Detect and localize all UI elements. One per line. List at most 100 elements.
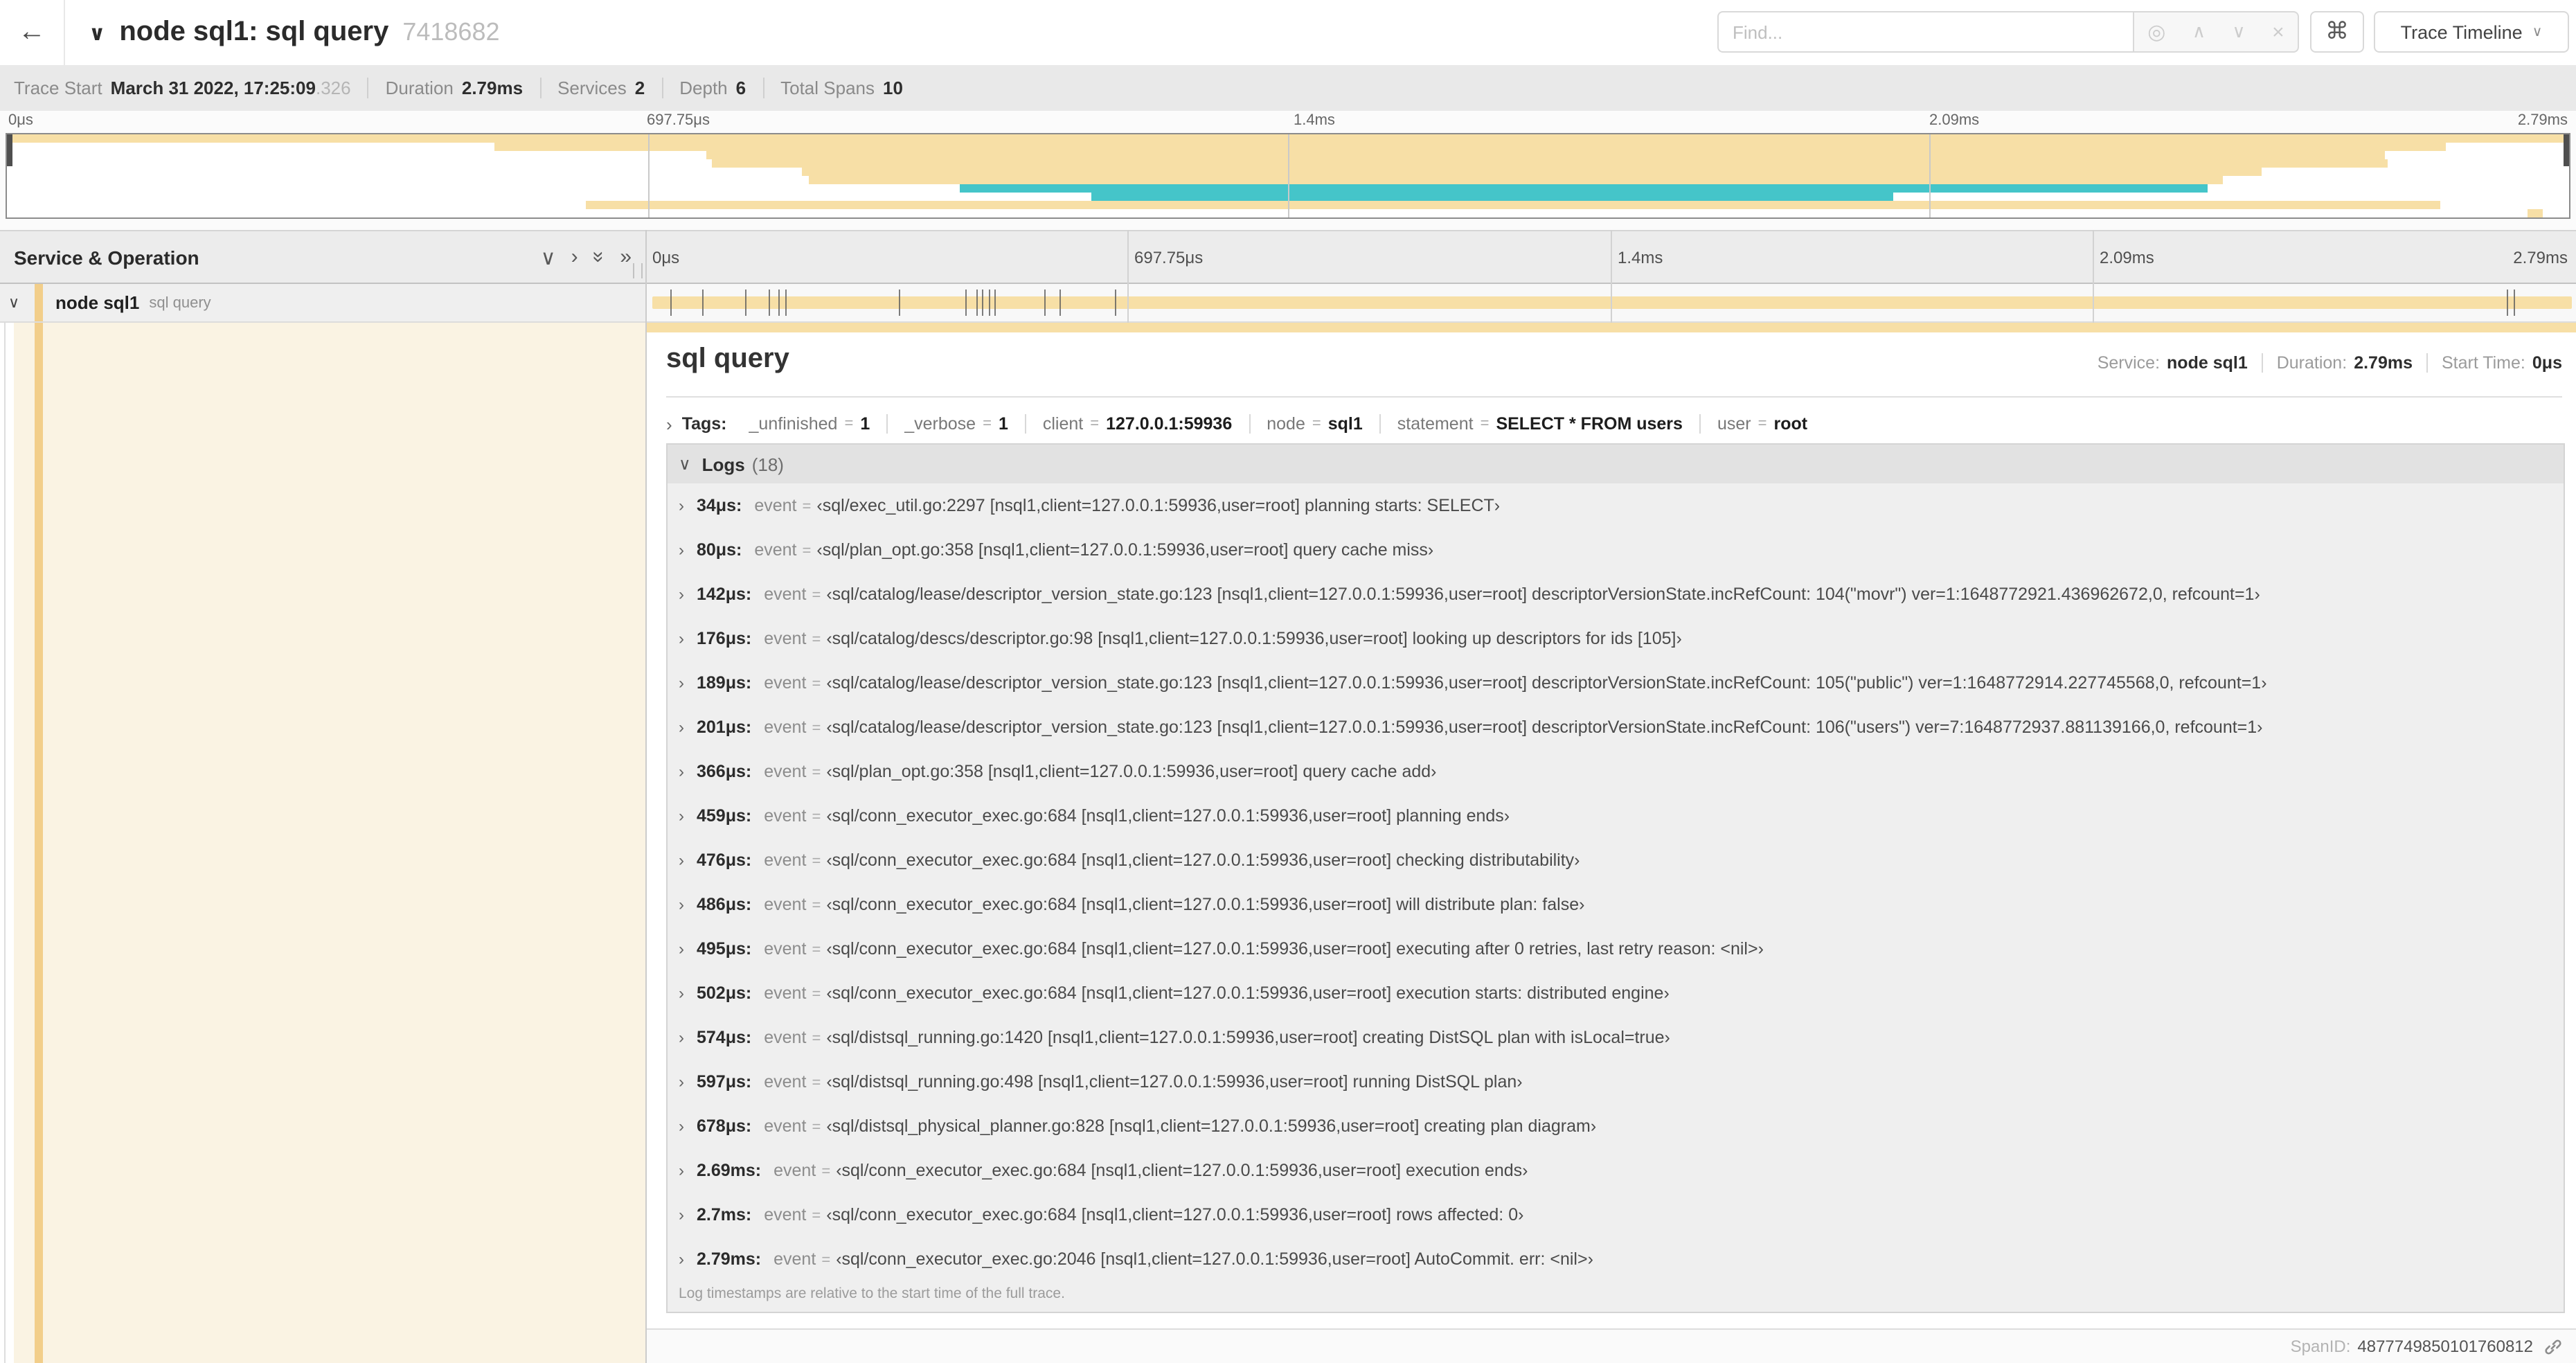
clear-search-icon[interactable]: ×	[2272, 20, 2284, 44]
log-row[interactable]: › 201μs: event = ‹sql/catalog/lease/descript…	[668, 705, 2564, 749]
log-expand-chevron-icon[interactable]: ›	[679, 1205, 684, 1224]
log-row[interactable]: › 486μs: event = ‹sql/conn_executor_exec.go:…	[668, 882, 2564, 927]
column-resizer-handle[interactable]	[633, 263, 643, 278]
log-row[interactable]: › 574μs: event = ‹sql/distsql_running.go:142…	[668, 1015, 2564, 1060]
minimap-right-handle[interactable]	[2564, 134, 2569, 166]
summary-label: Services	[557, 78, 627, 98]
spanid-value: 4877749850101760812	[2357, 1337, 2533, 1356]
keyboard-shortcuts-button[interactable]: ⌘	[2310, 11, 2364, 53]
expand-one-icon[interactable]: ›	[571, 245, 578, 269]
log-field-value: ‹sql/plan_opt.go:358 [nsql1,client=127.0…	[816, 540, 1434, 560]
log-row[interactable]: › 597μs: event = ‹sql/distsql_running.go:498…	[668, 1060, 2564, 1104]
log-field-value: ‹sql/conn_executor_exec.go:684 [nsql1,cl…	[836, 1161, 1528, 1180]
log-row[interactable]: › 2.79ms: event = ‹sql/conn_executor_exec.go…	[668, 1237, 2564, 1281]
minimap-tick-label: 1.4ms	[1294, 112, 1335, 129]
tags-expand-chevron-icon[interactable]: ›	[666, 413, 672, 434]
deep-link-icon[interactable]	[2544, 1337, 2562, 1355]
log-field-key: event	[764, 585, 807, 604]
tag-value: sql1	[1327, 414, 1363, 434]
log-expand-chevron-icon[interactable]: ›	[679, 1161, 684, 1180]
summary-label: Trace Start	[14, 78, 102, 98]
log-expand-chevron-icon[interactable]: ›	[679, 1072, 684, 1092]
log-row[interactable]: › 176μs: event = ‹sql/catalog/descs/descript…	[668, 616, 2564, 661]
log-expand-chevron-icon[interactable]: ›	[679, 762, 684, 781]
minimap-canvas[interactable]	[6, 133, 2570, 219]
log-expand-chevron-icon[interactable]: ›	[679, 939, 684, 959]
logs-header[interactable]: ∨ Logs (18)	[668, 445, 2564, 483]
back-button[interactable]: ←	[0, 0, 65, 65]
log-equals: =	[812, 809, 821, 826]
span-row[interactable]: ∨ node sql1 sql query	[0, 284, 2576, 323]
log-expand-chevron-icon[interactable]: ›	[679, 895, 684, 914]
focus-target-icon[interactable]: ◎	[2147, 19, 2165, 44]
log-row[interactable]: › 476μs: event = ‹sql/conn_executor_exec.go:…	[668, 838, 2564, 882]
tags-row[interactable]: › Tags: _unfinished = 1 _verbose = 1 client = 12…	[666, 407, 2562, 440]
find-input[interactable]	[1717, 11, 2133, 53]
log-expand-chevron-icon[interactable]: ›	[679, 585, 684, 604]
log-field-key: event	[764, 850, 807, 870]
log-timestamp: 486μs:	[697, 895, 752, 914]
next-result-icon[interactable]: ∨	[2233, 21, 2246, 43]
log-expand-chevron-icon[interactable]: ›	[679, 1249, 684, 1269]
prev-result-icon[interactable]: ∧	[2192, 21, 2206, 43]
log-row[interactable]: › 80μs: event = ‹sql/plan_opt.go:358 [nsql1,…	[668, 528, 2564, 572]
summary-value: 2	[634, 78, 645, 98]
tag-key: _verbose	[904, 414, 976, 434]
log-row[interactable]: › 34μs: event = ‹sql/exec_util.go:2297 [nsql…	[668, 483, 2564, 528]
log-expand-chevron-icon[interactable]: ›	[679, 540, 684, 560]
log-timestamp: 366μs:	[697, 762, 752, 781]
log-row[interactable]: › 678μs: event = ‹sql/distsql_physical_plann…	[668, 1104, 2564, 1148]
logs-footnote: Log timestamps are relative to the start…	[679, 1285, 1065, 1302]
row-collapse-chevron-icon[interactable]: ∨	[8, 294, 19, 312]
minimap-gridline	[1288, 134, 1289, 217]
log-timestamp: 597μs:	[697, 1072, 752, 1092]
log-row[interactable]: › 2.69ms: event = ‹sql/conn_executor_exec.go…	[668, 1148, 2564, 1193]
log-row[interactable]: › 495μs: event = ‹sql/conn_executor_exec.go:…	[668, 927, 2564, 971]
log-expand-chevron-icon[interactable]: ›	[679, 718, 684, 737]
span-log-mark	[982, 289, 984, 316]
span-duration-bar[interactable]	[652, 296, 2573, 309]
span-log-mark	[702, 289, 704, 316]
log-row[interactable]: › 366μs: event = ‹sql/plan_opt.go:358 [nsql1…	[668, 749, 2564, 794]
log-expand-chevron-icon[interactable]: ›	[679, 1116, 684, 1136]
log-row[interactable]: › 459μs: event = ‹sql/conn_executor_exec.go:…	[668, 794, 2564, 838]
span-row-name-cell[interactable]: ∨ node sql1 sql query	[0, 284, 645, 321]
collapse-one-icon[interactable]: ∨	[541, 244, 556, 269]
log-field-key: event	[764, 895, 807, 914]
log-field-value: ‹sql/conn_executor_exec.go:684 [nsql1,cl…	[826, 806, 1510, 826]
span-detail-footer: SpanID: 4877749850101760812	[647, 1328, 2576, 1363]
log-expand-chevron-icon[interactable]: ›	[679, 629, 684, 648]
log-expand-chevron-icon[interactable]: ›	[679, 850, 684, 870]
log-expand-chevron-icon[interactable]: ›	[679, 806, 684, 826]
ruler-tick-label: 697.75μs	[1134, 248, 1204, 267]
log-expand-chevron-icon[interactable]: ›	[679, 496, 684, 515]
expand-all-icon[interactable]: »	[620, 245, 632, 269]
tag-equals: =	[844, 416, 854, 432]
log-expand-chevron-icon[interactable]: ›	[679, 673, 684, 693]
minimap-left-handle[interactable]	[7, 134, 12, 166]
column-divider[interactable]	[645, 230, 647, 1363]
logs-collapse-chevron-icon[interactable]: ∨	[679, 454, 691, 474]
log-row[interactable]: › 142μs: event = ‹sql/catalog/lease/descript…	[668, 572, 2564, 616]
span-log-mark	[1115, 289, 1117, 316]
log-row[interactable]: › 502μs: event = ‹sql/conn_executor_exec.go:…	[668, 971, 2564, 1015]
service-value: node sql1	[2167, 353, 2248, 373]
span-operation-name: sql query	[149, 294, 211, 311]
log-equals: =	[812, 632, 821, 648]
log-field-value: ‹sql/exec_util.go:2297 [nsql1,client=127…	[816, 496, 1501, 515]
span-log-mark	[1044, 289, 1046, 316]
log-row[interactable]: › 189μs: event = ‹sql/catalog/lease/descript…	[668, 661, 2564, 705]
collapse-chevron-icon[interactable]: ∨	[89, 20, 105, 45]
log-field-key: event	[764, 673, 807, 693]
view-selector-dropdown[interactable]: Trace Timeline ∨	[2374, 11, 2569, 53]
log-field-value: ‹sql/distsql_physical_planner.go:828 [ns…	[826, 1116, 1597, 1136]
log-field-value: ‹sql/conn_executor_exec.go:2046 [nsql1,c…	[836, 1249, 1593, 1269]
log-field-key: event	[764, 806, 807, 826]
log-row[interactable]: › 2.7ms: event = ‹sql/conn_executor_exec.go:…	[668, 1193, 2564, 1237]
log-expand-chevron-icon[interactable]: ›	[679, 1028, 684, 1047]
log-equals: =	[812, 1119, 821, 1136]
trace-summary-bar: Trace Start March 31 2022, 17:25:09.326 Du…	[0, 65, 2576, 112]
log-expand-chevron-icon[interactable]: ›	[679, 983, 684, 1003]
tag-item: client = 127.0.0.1:59936	[1024, 414, 1249, 434]
collapse-all-icon[interactable]: »	[587, 251, 611, 263]
